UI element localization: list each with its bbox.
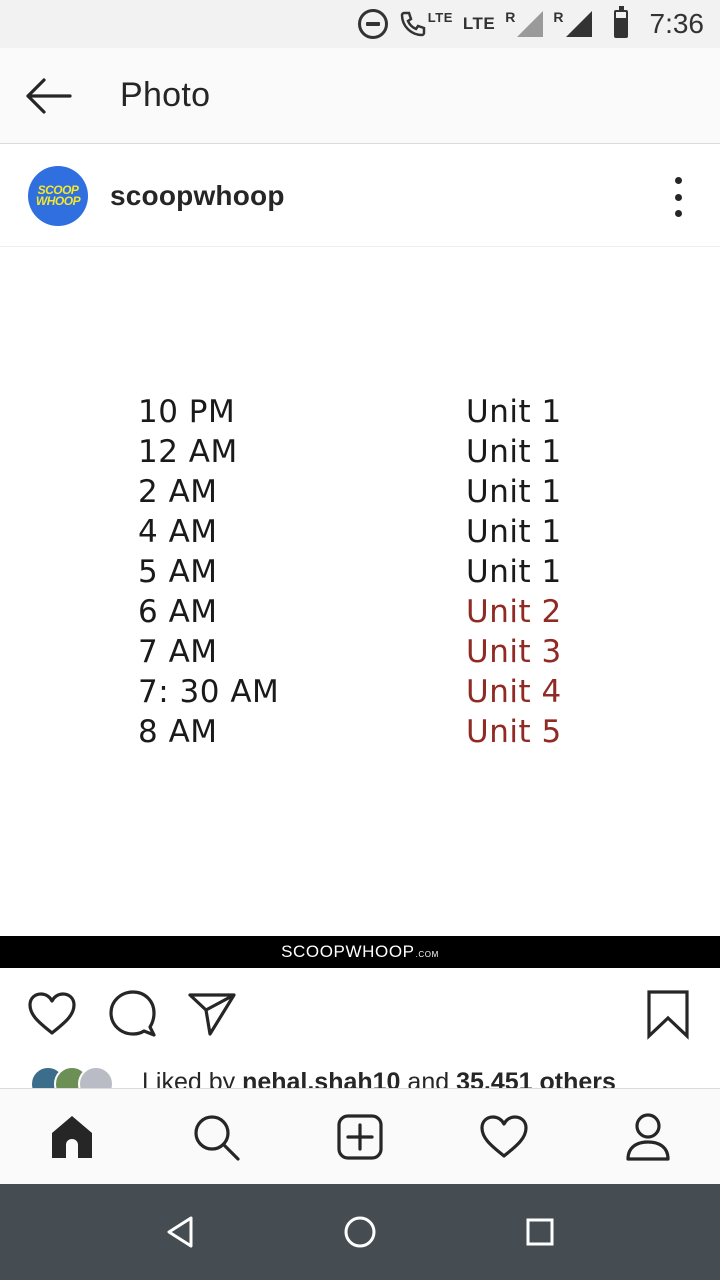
liker-username[interactable]: nehal.shah10: [242, 1068, 400, 1088]
post-image[interactable]: 10 PM Unit 1 12 AM Unit 1 2 AM Unit 1 4 AM Unit…: [0, 248, 720, 968]
lte-label-2: LTE: [462, 14, 496, 33]
heart-icon: [28, 992, 76, 1035]
schedule-unit: Unit 5: [466, 714, 562, 750]
home-icon: [52, 1116, 92, 1158]
more-options-button[interactable]: [666, 177, 690, 217]
schedule-unit: Unit 1: [466, 554, 562, 590]
schedule-row: 5 AM Unit 1: [138, 552, 568, 592]
heart-icon: [480, 1115, 528, 1158]
roaming-label-1: R: [505, 9, 516, 25]
save-button[interactable]: [642, 988, 694, 1040]
schedule-unit: Unit 1: [466, 434, 562, 470]
schedule-unit: Unit 4: [466, 674, 562, 710]
system-home-button[interactable]: [334, 1206, 386, 1258]
triangle-back-icon: [167, 1216, 193, 1248]
share-button[interactable]: [186, 988, 238, 1040]
likes-count[interactable]: 35,451 others: [456, 1068, 616, 1088]
watermark-bar: SCOOPWHOOP .COM: [0, 936, 720, 968]
schedule-time: 4 AM: [138, 514, 218, 550]
arrow-left-icon: [26, 77, 72, 114]
schedule-time: 5 AM: [138, 554, 218, 590]
schedule-row: 4 AM Unit 1: [138, 512, 568, 552]
schedule-row: 7 AM Unit 3: [138, 632, 568, 672]
like-button[interactable]: [26, 988, 78, 1040]
nav-home[interactable]: [46, 1111, 98, 1163]
schedule-unit: Unit 1: [466, 394, 562, 430]
add-post-icon: [337, 1114, 383, 1160]
clock: 7:36: [649, 8, 705, 39]
schedule-time: 7: 30 AM: [138, 674, 280, 710]
square-recents-icon: [526, 1218, 554, 1246]
comment-icon: [109, 990, 156, 1037]
schedule-time: 12 AM: [138, 434, 238, 470]
schedule-table: 10 PM Unit 1 12 AM Unit 1 2 AM Unit 1 4 AM Unit…: [138, 392, 568, 752]
system-back-button[interactable]: [154, 1206, 206, 1258]
search-icon: [194, 1115, 240, 1161]
likes-text: Liked by nehal.shah10 and 35,451 others: [142, 1068, 616, 1088]
lte-indicator-2: LTE: [463, 14, 495, 34]
schedule-row: 6 AM Unit 2: [138, 592, 568, 632]
schedule-time: 8 AM: [138, 714, 218, 750]
roaming-label-2: R: [553, 9, 564, 25]
schedule-row: 8 AM Unit 5: [138, 712, 568, 752]
nav-profile[interactable]: [622, 1111, 674, 1163]
schedule-time: 6 AM: [138, 594, 218, 630]
call-icon: [398, 9, 428, 39]
schedule-time: 7 AM: [138, 634, 218, 670]
bottom-nav: [0, 1088, 720, 1184]
signal-1: R: [505, 9, 544, 37]
nav-activity[interactable]: [478, 1111, 530, 1163]
do-not-disturb-icon: [357, 9, 388, 39]
lte-label-1: LTE: [427, 9, 453, 25]
post-username[interactable]: scoopwhoop: [110, 180, 285, 212]
schedule-row: 12 AM Unit 1: [138, 432, 568, 472]
schedule-time: 2 AM: [138, 474, 218, 510]
schedule-row: 7: 30 AM Unit 4: [138, 672, 568, 712]
avatar-logo: SCOOP WHOOP: [35, 182, 81, 208]
lte-indicator-1: LTE: [428, 10, 453, 25]
app-header: Photo: [0, 48, 720, 144]
schedule-unit: Unit 2: [466, 594, 562, 630]
schedule-row: 2 AM Unit 1: [138, 472, 568, 512]
signal-strength-icon: [517, 11, 544, 37]
liker-avatars: [30, 1066, 114, 1088]
more-vertical-icon: [674, 177, 682, 184]
bookmark-icon: [647, 990, 689, 1040]
nav-search[interactable]: [190, 1111, 242, 1163]
schedule-time: 10 PM: [138, 394, 236, 430]
profile-icon: [626, 1113, 670, 1161]
schedule-unit: Unit 1: [466, 474, 562, 510]
post-header: SCOOP WHOOP scoopwhoop: [0, 145, 720, 247]
schedule-unit: Unit 3: [466, 634, 562, 670]
signal-strength-icon: [565, 11, 592, 37]
nav-add-post[interactable]: [334, 1111, 386, 1163]
avatar: [78, 1066, 114, 1088]
comment-button[interactable]: [106, 988, 158, 1040]
send-icon: [188, 993, 236, 1036]
circle-home-icon: [344, 1216, 376, 1248]
schedule-row: 10 PM Unit 1: [138, 392, 568, 432]
avatar[interactable]: SCOOP WHOOP: [28, 165, 88, 226]
back-button[interactable]: [0, 48, 96, 144]
watermark-text: SCOOPWHOOP: [281, 942, 415, 961]
page-title: Photo: [120, 76, 211, 114]
system-nav-bar: [0, 1184, 720, 1280]
post-actions: [0, 968, 720, 1060]
system-recents-button[interactable]: [514, 1206, 566, 1258]
likes-summary[interactable]: Liked by nehal.shah10 and 35,451 others: [0, 1062, 720, 1088]
signal-2: R: [553, 9, 592, 37]
battery-icon: [613, 6, 628, 38]
status-bar: LTE LTE R R 7:36: [0, 0, 720, 48]
schedule-unit: Unit 1: [466, 514, 562, 550]
watermark-suffix: .COM: [415, 950, 439, 959]
